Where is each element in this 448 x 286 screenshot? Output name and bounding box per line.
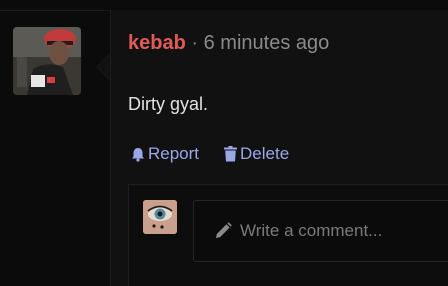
comment-input-placeholder: Write a comment... (240, 221, 383, 240)
pencil-icon (214, 222, 232, 240)
username-link[interactable]: kebab (128, 32, 186, 54)
current-user-avatar (143, 200, 177, 234)
comment-input[interactable]: Write a comment... (193, 200, 448, 262)
report-label: Report (148, 144, 200, 163)
separator: · (191, 32, 199, 54)
delete-label: Delete (240, 144, 290, 163)
comment-actions: Report Delete (131, 143, 289, 165)
trash-icon (224, 146, 238, 162)
delete-button[interactable]: Delete (224, 143, 289, 165)
bell-icon (131, 147, 145, 162)
avatar[interactable] (13, 27, 81, 95)
comment-text: Dirty gyal. (128, 94, 209, 114)
report-button[interactable]: Report (131, 143, 199, 165)
timestamp: 6 minutes ago (203, 32, 330, 54)
comment-thread: kebab · 6 minutes ago Dirty gyal. Report (0, 0, 448, 286)
comment-header: kebab · 6 minutes ago (128, 30, 329, 56)
